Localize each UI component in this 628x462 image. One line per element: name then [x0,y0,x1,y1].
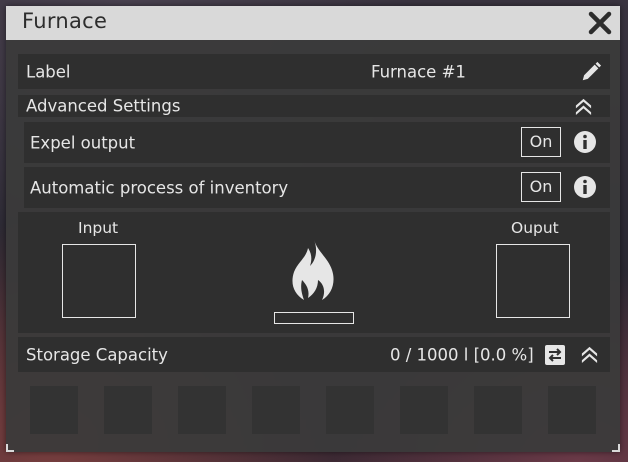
inventory-slot[interactable] [400,386,448,434]
label-caption: Label [26,62,71,81]
frame-corner [612,444,620,452]
storage-capacity-value: 0 / 1000 l [0.0 %] [390,345,534,364]
advanced-settings-header[interactable]: Advanced Settings [18,95,610,117]
label-value: Furnace #1 [371,62,466,81]
output-slot[interactable] [496,244,570,318]
inventory-slot[interactable] [30,386,78,434]
frame-corner [6,444,14,452]
title-bar[interactable]: Furnace [6,6,620,40]
inventory-slot[interactable] [548,386,596,434]
expel-output-toggle[interactable]: On [521,127,561,157]
info-icon[interactable] [573,175,597,199]
io-panel: Input Ouput [18,212,610,333]
pencil-icon[interactable] [580,61,602,83]
inventory-slot[interactable] [104,386,152,434]
inventory-slot[interactable] [326,386,374,434]
double-chevron-up-icon[interactable] [574,97,593,116]
output-label: Ouput [511,219,559,237]
automatic-process-toggle[interactable]: On [521,172,561,202]
transfer-icon[interactable] [545,345,565,365]
smelting-progress-bar [274,312,354,324]
inventory-slot[interactable] [178,386,226,434]
info-icon[interactable] [573,130,597,154]
label-row: Label Furnace #1 [18,54,610,89]
setting-automatic-process: Automatic process of inventory On [24,167,610,208]
flame-icon [292,240,334,300]
storage-capacity-row: Storage Capacity 0 / 1000 l [0.0 %] [18,337,610,372]
setting-label: Expel output [30,133,136,152]
furnace-window: Furnace Label Furnace #1 Advanced Settin… [6,6,620,452]
setting-label: Automatic process of inventory [30,178,289,197]
advanced-settings-label: Advanced Settings [26,96,181,116]
input-label: Input [78,219,119,237]
close-icon[interactable] [586,9,614,37]
double-chevron-up-icon[interactable] [580,345,599,364]
setting-expel-output: Expel output On [24,122,610,163]
inventory-slot[interactable] [252,386,300,434]
window-title: Furnace [22,9,108,33]
input-slot[interactable] [62,244,136,318]
storage-capacity-label: Storage Capacity [26,345,168,364]
inventory-slot[interactable] [474,386,522,434]
